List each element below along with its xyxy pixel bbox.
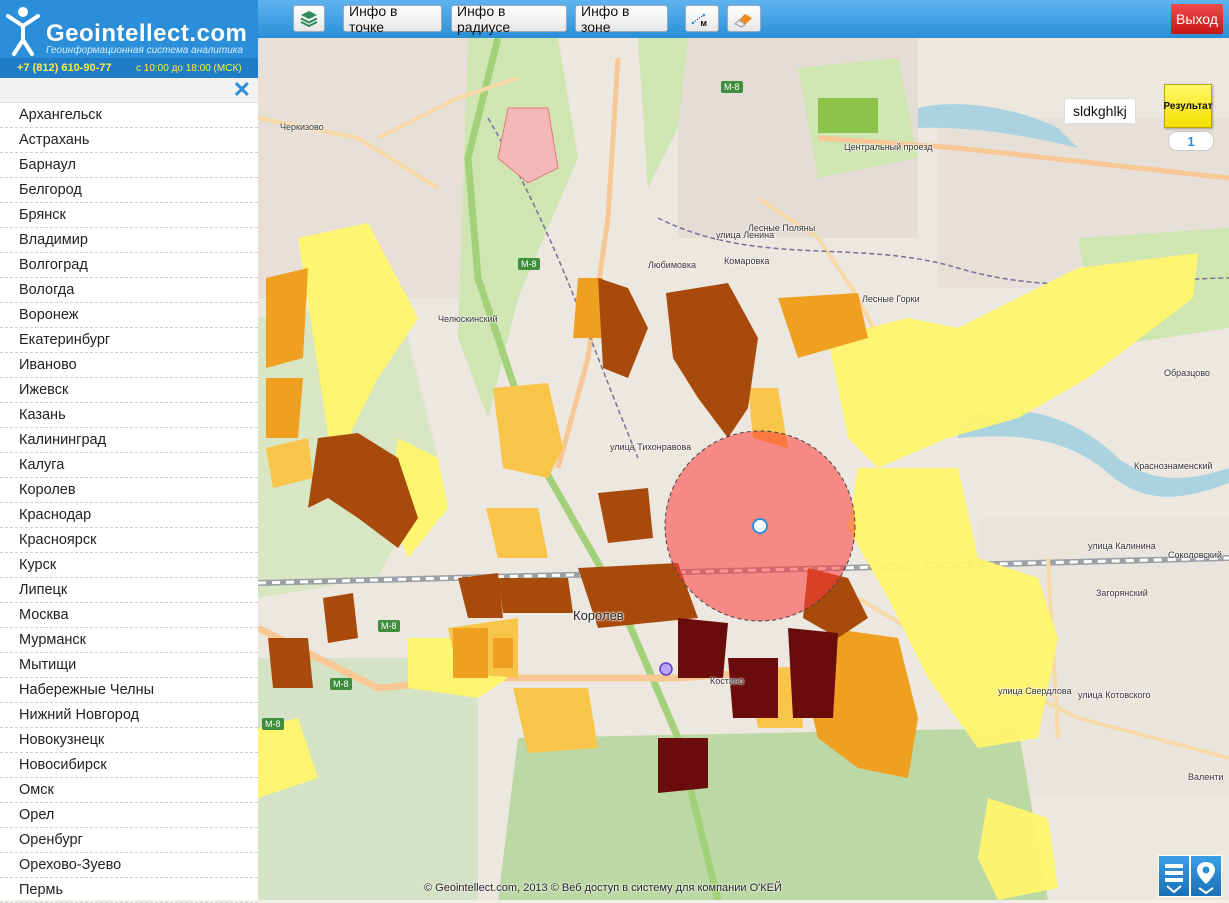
city-sidebar: ✕ Архангельск Астрахань Барнаул Белгород Бря… xyxy=(0,78,259,903)
result-button[interactable]: Результат xyxy=(1163,84,1213,128)
city-item[interactable]: Казань xyxy=(0,403,258,428)
map-label-ul-sverdlova: улица Свердлова xyxy=(998,686,1072,696)
map-label-ul-tikhonravova: улица Тихонравова xyxy=(610,442,692,452)
stack-icon xyxy=(1165,864,1183,894)
location-marker xyxy=(659,662,673,676)
city-item[interactable]: Нижний Новгород xyxy=(0,703,258,728)
close-icon[interactable]: ✕ xyxy=(233,79,251,101)
city-item[interactable]: Королев xyxy=(0,478,258,503)
city-item[interactable]: Красноярск xyxy=(0,528,258,553)
city-item[interactable]: Калининград xyxy=(0,428,258,453)
map-label-korolev: Королев xyxy=(573,608,624,623)
city-item[interactable]: Волгоград xyxy=(0,253,258,278)
person-logo-icon xyxy=(6,7,40,56)
exit-button[interactable]: Выход xyxy=(1171,4,1223,34)
map-layers-toggle-button[interactable] xyxy=(1158,855,1190,897)
map-label-krasnoznamensky: Краснознаменский xyxy=(1134,461,1213,471)
eraser-icon xyxy=(734,13,752,28)
layers-icon xyxy=(300,10,318,27)
copyright-text: © Geointellect.com, 2013 © Веб доступ в … xyxy=(424,882,782,894)
layers-button[interactable] xyxy=(293,5,325,32)
city-item[interactable]: Екатеринбург xyxy=(0,328,258,353)
map-label-cherkizovo: Черкизово xyxy=(280,122,324,132)
city-item[interactable]: Оренбург xyxy=(0,828,258,853)
measure-button[interactable]: м xyxy=(685,5,719,32)
working-hours: с 10:00 до 18:00 (МСК) xyxy=(136,63,242,74)
radius-center-marker xyxy=(752,518,768,534)
info-zone-button[interactable]: Инфо в зоне xyxy=(575,3,668,35)
city-item[interactable]: Орел xyxy=(0,803,258,828)
map-label-ul-lenina: улица Ленина xyxy=(716,230,775,240)
city-item[interactable]: Омск xyxy=(0,778,258,803)
city-item[interactable]: Архангельск xyxy=(0,103,258,128)
brand-tagline: Геоинформационная система аналитика xyxy=(46,45,244,56)
map-label-chelyuskinsky: Челюскинский xyxy=(438,314,498,324)
phone-number: +7 (812) 610-90-77 xyxy=(17,62,112,74)
road-shield-m8-5: М-8 xyxy=(262,718,284,730)
road-shield-m8-4: М-8 xyxy=(330,678,352,690)
location-menu-button[interactable] xyxy=(1190,855,1222,897)
measure-unit: м xyxy=(700,17,707,28)
map-label-komarovka: Комаровка xyxy=(724,256,770,266)
city-item[interactable]: Новокузнецк xyxy=(0,728,258,753)
city-item[interactable]: Пермь xyxy=(0,878,258,903)
city-item[interactable]: Барнаул xyxy=(0,153,258,178)
city-item[interactable]: Москва xyxy=(0,603,258,628)
city-item[interactable]: Мурманск xyxy=(0,628,258,653)
map-label-zagoryansky: Загорянский xyxy=(1096,588,1148,598)
brand-name: Geointellect.com xyxy=(46,20,248,47)
city-item[interactable]: Курск xyxy=(0,553,258,578)
info-radius-button[interactable]: Инфо в радиусе xyxy=(451,3,567,35)
city-item[interactable]: Брянск xyxy=(0,203,258,228)
location-pin-icon xyxy=(1197,862,1215,895)
city-item[interactable]: Мытищи xyxy=(0,653,258,678)
map-tooltip: sldkghlkj xyxy=(1064,98,1136,124)
city-item[interactable]: Ижевск xyxy=(0,378,258,403)
city-item[interactable]: Краснодар xyxy=(0,503,258,528)
result-count-badge[interactable]: 1 xyxy=(1168,131,1214,151)
logo: Geointellect.com Геоинформационная систе… xyxy=(0,0,258,78)
city-item[interactable]: Владимир xyxy=(0,228,258,253)
map-label-valentinovka: Валенти xyxy=(1188,772,1224,782)
city-item[interactable]: Новосибирск xyxy=(0,753,258,778)
city-item[interactable]: Воронеж xyxy=(0,303,258,328)
map-label-lesnye-gorki: Лесные Горки xyxy=(862,294,920,304)
city-item[interactable]: Белгород xyxy=(0,178,258,203)
city-item[interactable]: Набережные Челны xyxy=(0,678,258,703)
city-list: Архангельск Астрахань Барнаул Белгород Брянс… xyxy=(0,103,258,903)
info-point-button[interactable]: Инфо в точке xyxy=(343,3,442,35)
city-item[interactable]: Вологда xyxy=(0,278,258,303)
map-label-tsentralny: Центральный проезд xyxy=(844,142,933,152)
sidebar-header: ✕ xyxy=(0,78,258,103)
city-item[interactable]: Липецк xyxy=(0,578,258,603)
map-svg[interactable] xyxy=(258,38,1229,900)
eraser-button[interactable] xyxy=(727,5,761,32)
city-item[interactable]: Орехово-Зуево xyxy=(0,853,258,878)
city-item[interactable]: Астрахань xyxy=(0,128,258,153)
city-item[interactable]: Калуга xyxy=(0,453,258,478)
road-shield-m8-2: М-8 xyxy=(518,258,540,270)
road-shield-m8: М-8 xyxy=(721,81,743,93)
map-canvas[interactable]: Черкизово Челюскинский Любимовка Комаров… xyxy=(258,38,1229,900)
map-label-kostino: Костино xyxy=(710,676,744,686)
city-item[interactable]: Иваново xyxy=(0,353,258,378)
map-label-sokolovsky: Соколовский xyxy=(1168,550,1222,560)
map-label-ul-kalinina: улица Калинина xyxy=(1088,541,1156,551)
road-shield-m8-3: М-8 xyxy=(378,620,400,632)
map-label-lyubimovka: Любимовка xyxy=(648,260,696,270)
map-label-obraztsovo: Образцово xyxy=(1164,368,1210,378)
map-label-ul-kotovskogo: улица Котовского xyxy=(1078,690,1151,700)
